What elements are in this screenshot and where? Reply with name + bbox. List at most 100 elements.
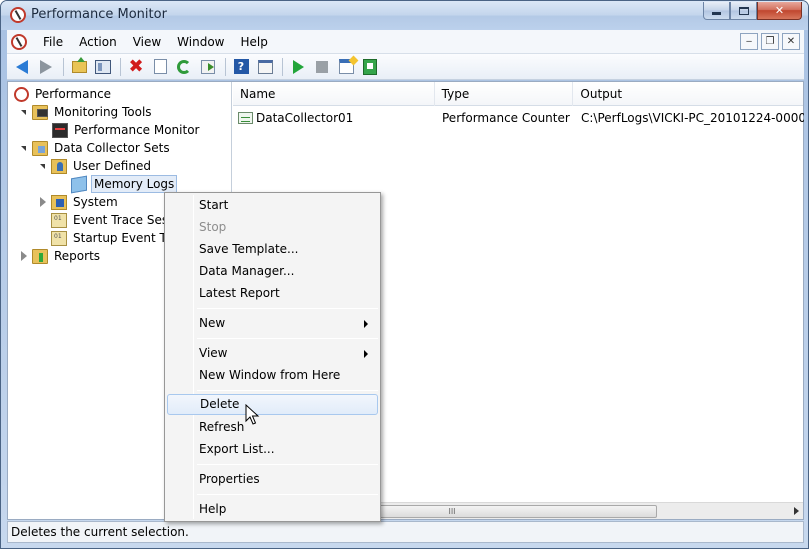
context-menu-refresh[interactable]: Refresh	[167, 417, 378, 438]
user-folder-icon	[51, 158, 67, 174]
tree-item-monitoring-tools[interactable]: Monitoring Tools	[19, 103, 154, 121]
child-window-controls: ‒ ❐ ✕	[740, 33, 800, 50]
close-icon: ✕	[774, 4, 785, 17]
report-icon	[363, 58, 377, 75]
toolbar-separator	[225, 57, 226, 76]
back-button[interactable]	[11, 57, 33, 77]
delete-button[interactable]: ✖	[125, 57, 147, 77]
tree-item-label: User Defined	[73, 159, 151, 173]
new-collector-button[interactable]	[335, 57, 357, 77]
context-menu-latest-report[interactable]: Latest Report	[167, 283, 378, 304]
document-icon	[153, 59, 167, 74]
menu-help[interactable]: Help	[233, 34, 276, 50]
tree-item-performance-monitor[interactable]: Performance Monitor	[52, 121, 201, 139]
column-header-output[interactable]: Output	[573, 82, 803, 106]
list-header: Name Type Output	[233, 82, 803, 106]
scrollbar-grip: III	[448, 507, 456, 516]
menu-file[interactable]: File	[35, 34, 71, 50]
column-header-type[interactable]: Type	[435, 82, 574, 106]
tree-item-system[interactable]: System	[38, 193, 120, 211]
folder-icon	[32, 140, 48, 156]
performance-monitor-app-icon[interactable]	[10, 7, 26, 23]
forward-button[interactable]	[35, 57, 57, 77]
refresh-button[interactable]	[173, 57, 195, 77]
delete-x-icon: ✖	[128, 55, 144, 77]
collapsed-arrow-icon[interactable]	[19, 251, 28, 261]
toolbar-separator	[63, 57, 64, 76]
context-menu-data-manager[interactable]: Data Manager...	[167, 261, 378, 282]
new-collector-icon	[338, 59, 354, 74]
context-menu-properties[interactable]: Properties	[167, 469, 378, 490]
maximize-icon	[738, 6, 749, 15]
menu-separator	[197, 464, 378, 465]
child-close-button[interactable]: ✕	[782, 33, 800, 50]
folder-up-icon	[71, 56, 87, 73]
cell-name: DataCollector01	[233, 111, 435, 125]
tree-item-label: Data Collector Sets	[54, 141, 170, 155]
context-menu-new-window[interactable]: New Window from Here	[167, 365, 378, 386]
context-menu-stop[interactable]: Stop	[167, 217, 378, 238]
child-restore-button[interactable]: ❐	[761, 33, 779, 50]
context-menu-view[interactable]: View	[167, 343, 378, 364]
caption-buttons: ✕	[703, 2, 802, 20]
back-arrow-icon	[16, 59, 28, 74]
collector-set-icon	[71, 175, 87, 193]
cell-output: C:\PerfLogs\VICKI-PC_20101224-000001\D	[581, 111, 804, 125]
expanded-arrow-icon[interactable]	[19, 108, 28, 117]
column-header-name[interactable]: Name	[233, 82, 435, 106]
row-name-text: DataCollector01	[256, 111, 354, 125]
context-menu-help[interactable]: Help	[167, 499, 378, 520]
latest-report-button[interactable]	[359, 57, 381, 77]
context-menu-start[interactable]: Start	[167, 195, 378, 216]
menu-window[interactable]: Window	[169, 34, 232, 50]
tree-item-memory-logs[interactable]: Memory Logs	[71, 175, 178, 193]
context-menu: Start Stop Save Template... Data Manager…	[164, 192, 381, 522]
trace-icon	[51, 212, 67, 228]
context-menu-new-label: New	[199, 316, 226, 330]
toolbar-separator	[282, 57, 283, 76]
data-collector-icon	[238, 112, 253, 124]
play-icon	[292, 59, 304, 74]
help-button[interactable]: ?	[230, 57, 252, 77]
tree-item-reports[interactable]: Reports	[19, 247, 102, 265]
folder-icon	[32, 104, 48, 120]
scroll-right-arrow-icon[interactable]	[794, 507, 799, 515]
tree-item-performance[interactable]: Performance	[14, 85, 113, 103]
collapsed-arrow-icon[interactable]	[38, 197, 47, 207]
tree-item-startup-event-trace[interactable]: Startup Event Tra	[51, 229, 179, 247]
expanded-arrow-icon[interactable]	[38, 162, 47, 171]
tree-item-event-trace-sessions[interactable]: Event Trace Sessi	[51, 211, 180, 229]
stop-button[interactable]	[311, 57, 333, 77]
menu-action[interactable]: Action	[71, 34, 125, 50]
export-list-button[interactable]	[197, 57, 219, 77]
trace-icon	[51, 230, 67, 246]
minimize-button[interactable]	[703, 2, 730, 20]
context-menu-delete[interactable]: Delete	[167, 394, 378, 415]
properties-doc-button[interactable]	[149, 57, 171, 77]
show-hide-console-tree-button[interactable]	[92, 57, 114, 77]
tree-item-data-collector-sets[interactable]: Data Collector Sets	[19, 139, 172, 157]
table-row[interactable]: DataCollector01 Performance Counter C:\P…	[233, 108, 804, 128]
start-button[interactable]	[287, 57, 309, 77]
expanded-arrow-icon[interactable]	[19, 144, 28, 153]
context-menu-new[interactable]: New	[167, 313, 378, 334]
up-one-level-button[interactable]	[68, 56, 90, 77]
tree-item-label: Memory Logs	[91, 175, 178, 193]
refresh-icon	[177, 59, 191, 74]
context-menu-save-template[interactable]: Save Template...	[167, 239, 378, 260]
close-button[interactable]: ✕	[757, 2, 802, 20]
menu-view[interactable]: View	[125, 34, 169, 50]
mmc-system-menu-icon[interactable]	[11, 34, 27, 50]
maximize-button[interactable]	[730, 2, 757, 20]
submenu-arrow-icon	[364, 350, 368, 358]
toolbar-separator	[120, 57, 121, 76]
content-area: Performance Monitoring Tools Performance…	[7, 81, 804, 520]
context-menu-export-list[interactable]: Export List...	[167, 439, 378, 460]
restore-icon: ❐	[765, 36, 775, 47]
monitor-icon	[52, 122, 68, 138]
tree-item-user-defined[interactable]: User Defined	[38, 157, 153, 175]
child-minimize-button[interactable]: ‒	[740, 33, 758, 50]
show-hide-action-pane-button[interactable]	[254, 57, 276, 77]
app-window: Performance Monitor ✕ File Action View W…	[0, 0, 809, 549]
title-bar[interactable]: Performance Monitor ✕	[1, 1, 808, 30]
